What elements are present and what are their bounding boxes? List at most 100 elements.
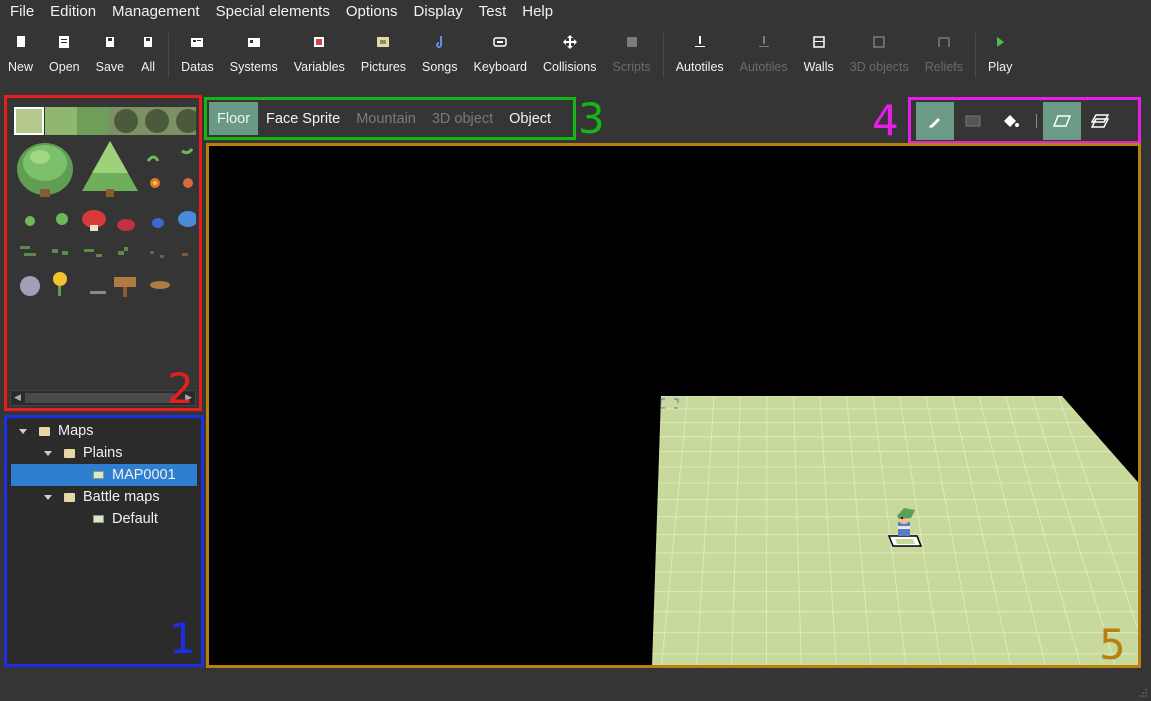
tree-item-label: Default bbox=[112, 511, 158, 527]
reliefs-button[interactable]: Reliefs bbox=[917, 29, 971, 85]
toolbar-button-label: Songs bbox=[422, 60, 458, 74]
tab-3d-object[interactable]: 3D object bbox=[424, 102, 501, 135]
toolbar-button-label: Autotiles bbox=[675, 60, 724, 74]
toolbar-button-label: 3D objects bbox=[849, 60, 909, 74]
save-all-icon bbox=[140, 34, 156, 50]
folder-icon bbox=[64, 448, 75, 458]
toolbar-divider bbox=[1036, 113, 1037, 128]
annotation-1: 1 bbox=[169, 614, 196, 663]
toolbar-button-label: Save bbox=[95, 60, 125, 74]
menu-options[interactable]: Options bbox=[338, 0, 406, 23]
tree-item-label: Plains bbox=[83, 445, 123, 461]
toolbar-button-label: Datas bbox=[181, 60, 214, 74]
menu-special-elements[interactable]: Special elements bbox=[208, 0, 338, 23]
toolbar-button-label: Collisions bbox=[543, 60, 597, 74]
map-viewport[interactable]: 5 bbox=[206, 143, 1141, 668]
systems-button[interactable]: Systems bbox=[222, 29, 286, 85]
tree-item-label: MAP0001 bbox=[112, 467, 176, 483]
menu-management[interactable]: Management bbox=[104, 0, 208, 23]
save-icon bbox=[102, 34, 118, 50]
tab-mountain[interactable]: Mountain bbox=[348, 102, 424, 135]
move-arrows-icon bbox=[562, 34, 578, 50]
songs-button[interactable]: Songs bbox=[414, 29, 465, 85]
layer-tabs-panel: Floor Face Sprite Mountain 3D object Object bbox=[204, 97, 576, 140]
toolbar-button-label: Variables bbox=[293, 60, 345, 74]
datas-button[interactable]: Datas bbox=[173, 29, 222, 85]
layer-stack-button[interactable] bbox=[1081, 102, 1119, 140]
folder-icon bbox=[39, 426, 50, 436]
reliefs-icon bbox=[936, 34, 952, 50]
keyboard-icon bbox=[492, 34, 508, 50]
rectangle-tool-button[interactable] bbox=[954, 102, 992, 140]
pictures-button[interactable]: Pictures bbox=[353, 29, 414, 85]
map-tree-panel: Maps Plains MAP0001 Battle maps Default … bbox=[4, 415, 204, 667]
rectangle-icon bbox=[965, 115, 981, 126]
annotation-4: 4 bbox=[872, 96, 899, 145]
drawing-tools-panel bbox=[908, 97, 1141, 144]
menu-test[interactable]: Test bbox=[471, 0, 515, 23]
play-icon bbox=[992, 34, 1008, 50]
tree-item-label: Maps bbox=[58, 423, 94, 439]
menu-file[interactable]: File bbox=[2, 0, 42, 23]
toolbar-button-label: Systems bbox=[229, 60, 278, 74]
map-3d-view[interactable] bbox=[209, 146, 1138, 665]
toolbar-button-label: Walls bbox=[803, 60, 834, 74]
layer-on-button[interactable] bbox=[1043, 101, 1081, 140]
open-folder-icon bbox=[56, 34, 72, 50]
tree-item-default[interactable]: Default bbox=[93, 508, 203, 530]
tree-item-maps[interactable]: Maps bbox=[19, 420, 205, 442]
variables-button[interactable]: Variables bbox=[286, 29, 353, 85]
pencil-icon bbox=[929, 117, 940, 128]
toolbar-button-label: New bbox=[8, 60, 34, 74]
fill-tool-button[interactable] bbox=[992, 102, 1030, 140]
paint-bucket-icon bbox=[1004, 114, 1019, 127]
menu-bar: File Edition Management Special elements Opt… bbox=[0, 0, 1151, 23]
pencil-tool-button[interactable] bbox=[916, 101, 954, 140]
autotiles-button[interactable]: Autotiles bbox=[668, 29, 732, 85]
save-button[interactable]: Save bbox=[88, 29, 133, 85]
scrollbar-thumb[interactable] bbox=[25, 393, 175, 403]
new-file-icon bbox=[13, 34, 29, 50]
tab-floor[interactable]: Floor bbox=[209, 102, 259, 135]
grid-line bbox=[765, 396, 768, 665]
variables-icon bbox=[311, 34, 327, 50]
menu-display[interactable]: Display bbox=[406, 0, 471, 23]
toolbar-divider bbox=[662, 33, 664, 77]
collisions-button[interactable]: Collisions bbox=[535, 29, 605, 85]
walls-button[interactable]: Walls bbox=[796, 29, 842, 85]
tab-face-sprite[interactable]: Face Sprite bbox=[258, 102, 348, 135]
map-icon bbox=[93, 515, 104, 523]
tileset-image[interactable] bbox=[10, 101, 196, 393]
tree-item-battle-maps[interactable]: Battle maps bbox=[44, 486, 204, 508]
autotiles-button[interactable]: Autotiles bbox=[732, 29, 796, 85]
layer-stack-icon bbox=[1091, 113, 1109, 128]
chevron-down-icon[interactable] bbox=[44, 450, 52, 456]
menu-help[interactable]: Help bbox=[514, 0, 561, 23]
toolbar-button-label: Reliefs bbox=[924, 60, 963, 74]
music-note-icon bbox=[432, 34, 448, 50]
all-button[interactable]: All bbox=[132, 29, 164, 85]
tab-object[interactable]: Object bbox=[501, 102, 559, 135]
scripts-button[interactable]: Scripts bbox=[605, 29, 659, 85]
toolbar-button-label: Pictures bbox=[360, 60, 407, 74]
chevron-down-icon[interactable] bbox=[19, 428, 27, 434]
layer-on-icon bbox=[1053, 114, 1071, 127]
scroll-left-icon[interactable]: ◀ bbox=[14, 392, 21, 403]
bush-tree-tile bbox=[17, 143, 73, 197]
3d-objects-button[interactable]: 3D objects bbox=[842, 29, 917, 85]
toolbar-button-label: Keyboard bbox=[473, 60, 528, 74]
pictures-icon bbox=[375, 34, 391, 50]
new-button[interactable]: New bbox=[0, 29, 41, 85]
toolbar-button-label: All bbox=[141, 60, 156, 74]
chevron-down-icon[interactable] bbox=[44, 494, 52, 500]
keyboard-button[interactable]: Keyboard bbox=[466, 29, 536, 85]
toolbar-divider bbox=[168, 33, 170, 77]
tree-item-map0001[interactable]: MAP0001 bbox=[11, 464, 197, 486]
tileset-picker[interactable] bbox=[10, 101, 196, 393]
annotation-3: 3 bbox=[578, 94, 605, 143]
play-button[interactable]: Play bbox=[980, 29, 1020, 85]
menu-edition[interactable]: Edition bbox=[42, 0, 104, 23]
resize-grip-icon[interactable] bbox=[1138, 688, 1148, 698]
open-button[interactable]: Open bbox=[41, 29, 88, 85]
tree-item-plains[interactable]: Plains bbox=[44, 442, 204, 464]
